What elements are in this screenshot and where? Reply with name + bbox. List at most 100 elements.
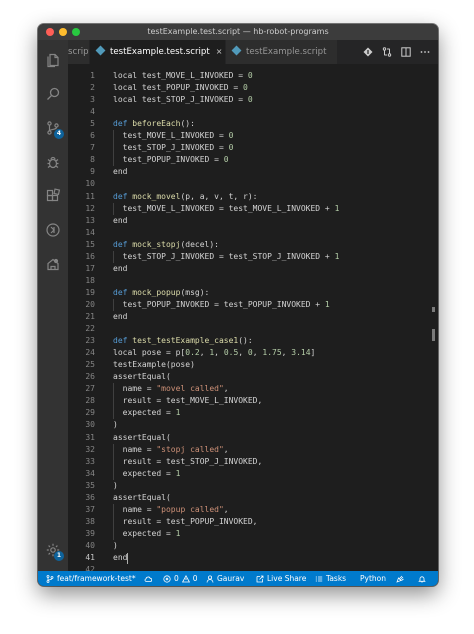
script-file-icon bbox=[95, 45, 106, 56]
line-number: 23 bbox=[85, 336, 95, 346]
code-token: test_testExample_case1 bbox=[132, 336, 239, 346]
branch-status[interactable]: feat/framework-test* bbox=[46, 571, 136, 586]
title-bar: testExample.test.script — hb-robot-progr… bbox=[38, 24, 438, 40]
vscode-window: testExample.test.script — hb-robot-progr… bbox=[38, 24, 438, 586]
search-icon[interactable] bbox=[45, 86, 61, 102]
scrollbar-marker[interactable] bbox=[432, 307, 435, 312]
error-count: 0 bbox=[174, 574, 179, 583]
tasks-label: Tasks bbox=[326, 574, 347, 583]
code-token: 1 bbox=[175, 528, 181, 538]
code-token: expected = bbox=[113, 528, 176, 538]
code-text: expected = 1 bbox=[113, 528, 181, 540]
extensions-icon[interactable] bbox=[45, 188, 61, 204]
line-number: 28 bbox=[85, 396, 95, 406]
tab-inactive-label: testExample.script bbox=[246, 47, 327, 57]
code-token: (msg): bbox=[180, 287, 210, 297]
line-number: 20 bbox=[85, 299, 95, 309]
code-token: , bbox=[214, 348, 224, 358]
code-token: , bbox=[223, 504, 229, 514]
code-editor[interactable]: 1 local test_MOVE_L_INVOKED = 0 2 local tes… bbox=[68, 64, 438, 571]
line-number: 8 bbox=[90, 155, 95, 165]
code-token: assertEqual( bbox=[113, 372, 171, 382]
live-share-status[interactable]: Live Share bbox=[256, 571, 306, 586]
line-number: 42 bbox=[85, 565, 95, 571]
source-control-badge: 4 bbox=[54, 129, 64, 139]
code-text: ) bbox=[113, 419, 118, 431]
split-editor-icon[interactable] bbox=[401, 47, 411, 57]
compare-changes-icon[interactable] bbox=[382, 47, 392, 57]
tab-truncated[interactable]: script bbox=[68, 40, 90, 64]
line-number: 22 bbox=[85, 324, 95, 334]
code-token: end bbox=[113, 215, 128, 225]
code-token: end bbox=[113, 312, 128, 321]
problems-status[interactable]: 0 0 bbox=[163, 571, 198, 586]
source-control-icon[interactable]: 4 bbox=[45, 120, 64, 139]
code-token: assertEqual( bbox=[113, 432, 171, 442]
warning-icon bbox=[181, 574, 190, 582]
line-number: 18 bbox=[85, 275, 95, 285]
scrollbar-thumb[interactable] bbox=[432, 329, 435, 341]
line-number: 29 bbox=[85, 408, 95, 418]
line-number: 13 bbox=[85, 215, 95, 225]
line-number: 14 bbox=[85, 227, 95, 237]
code-token: (p, a, v, t, r): bbox=[180, 191, 258, 201]
code-text: local test_MOVE_L_INVOKED = 0 bbox=[113, 70, 253, 82]
code-token: result = test_MOVE_L_INVOKED, bbox=[113, 396, 263, 406]
tasks-icon bbox=[315, 576, 323, 581]
code-token: 0 bbox=[247, 95, 253, 105]
code-text: def beforeEach(): bbox=[113, 118, 195, 130]
line-number: 41 bbox=[85, 553, 95, 562]
close-tab-icon[interactable]: × bbox=[216, 47, 223, 56]
code-token: mock_movel bbox=[132, 191, 181, 201]
code-text: local pose = p[0.2, 1, 0.5, 0, 1.75, 3.1… bbox=[113, 347, 315, 359]
code-token: assertEqual( bbox=[113, 492, 171, 502]
code-token: 1 bbox=[334, 203, 340, 213]
code-token: name = bbox=[113, 504, 157, 514]
code-token: (decel): bbox=[180, 239, 219, 249]
line-number: 16 bbox=[85, 251, 95, 261]
line-number: 31 bbox=[85, 432, 95, 442]
notifications-button[interactable] bbox=[418, 571, 426, 586]
code-token: result = test_POPUP_INVOKED, bbox=[113, 516, 258, 526]
tab-test-example-script[interactable]: testExample.script bbox=[226, 40, 338, 64]
code-text: assertEqual( bbox=[113, 432, 171, 444]
indent-guide bbox=[113, 503, 114, 516]
remote-explorer-icon[interactable] bbox=[45, 222, 61, 238]
code-text: assertEqual( bbox=[113, 492, 171, 504]
line-number: 35 bbox=[85, 480, 95, 490]
user-status[interactable]: Gaurav bbox=[206, 571, 244, 586]
code-token: 0 bbox=[243, 83, 248, 93]
debug-icon[interactable] bbox=[45, 154, 61, 170]
code-text: test_MOVE_L_INVOKED = 0 bbox=[113, 130, 234, 142]
settings-gear-icon[interactable]: 1 bbox=[45, 542, 64, 561]
line-number: 34 bbox=[85, 468, 95, 478]
tab-test-example-test-script[interactable]: testExample.test.script × bbox=[90, 40, 226, 64]
error-icon bbox=[163, 574, 171, 583]
code-token: "stopj called" bbox=[156, 444, 224, 454]
files-icon[interactable] bbox=[45, 52, 61, 68]
code-text: end bbox=[113, 166, 127, 178]
code-token: 1 bbox=[334, 251, 340, 261]
code-token: testExample(pose) bbox=[113, 360, 195, 370]
code-token: ) bbox=[113, 480, 118, 490]
warning-count: 0 bbox=[192, 574, 198, 583]
run-diamond-icon[interactable] bbox=[363, 47, 373, 57]
line-number: 5 bbox=[90, 119, 95, 129]
code-token: test_MOVE_L_INVOKED = bbox=[113, 131, 229, 141]
robot-extension-icon[interactable] bbox=[45, 256, 61, 272]
feedback-button[interactable] bbox=[396, 571, 404, 586]
code-text: def mock_popup(msg): bbox=[113, 287, 209, 299]
line-number: 4 bbox=[90, 107, 95, 117]
code-token: end bbox=[113, 263, 128, 273]
more-actions-icon[interactable] bbox=[420, 47, 430, 57]
code-token: 0 bbox=[228, 131, 234, 141]
code-token: ) bbox=[113, 540, 118, 550]
language-mode[interactable]: Python bbox=[360, 571, 386, 586]
tasks-status[interactable]: Tasks bbox=[315, 571, 346, 586]
code-text: def mock_movel(p, a, v, t, r): bbox=[113, 191, 258, 203]
code-token: test_MOVE_L_INVOKED = test_MOVE_L_INVOKE… bbox=[113, 203, 335, 213]
sync-status[interactable] bbox=[144, 571, 152, 586]
code-token: (): bbox=[238, 336, 253, 346]
line-number: 7 bbox=[90, 143, 95, 153]
code-token: "movel called" bbox=[156, 384, 224, 394]
